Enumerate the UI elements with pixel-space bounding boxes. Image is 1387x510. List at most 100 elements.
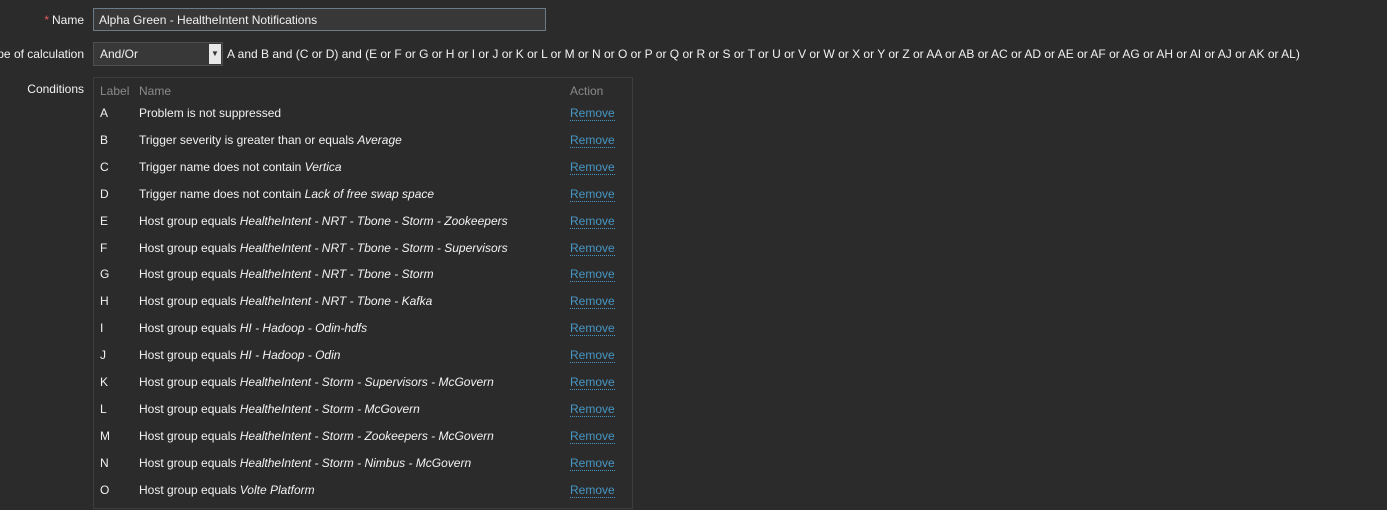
remove-link[interactable]: Remove	[570, 241, 615, 256]
condition-name: Host group equals HealtheIntent - NRT - …	[139, 267, 434, 281]
condition-name: Host group equals HealtheIntent - Storm …	[139, 402, 420, 416]
condition-name: Host group equals Volte Platform	[139, 483, 315, 497]
condition-text: Host group equals	[139, 375, 240, 389]
calculation-type-label: Type of calculation	[0, 47, 84, 61]
condition-label: H	[100, 294, 109, 309]
conditions-table: Label Name Action A Problem is not suppr…	[93, 77, 633, 509]
condition-name: Host group equals HealtheIntent - Storm …	[139, 375, 494, 389]
chevron-down-icon[interactable]: ▼	[209, 44, 221, 64]
table-row: H Host group equals HealtheIntent - NRT …	[94, 294, 632, 321]
condition-label: G	[100, 267, 110, 282]
condition-value: HealtheIntent - Storm - Nimbus - McGover…	[239, 455, 472, 470]
condition-name: Host group equals HealtheIntent - NRT - …	[139, 294, 432, 308]
condition-value: Average	[357, 132, 402, 147]
condition-value: HealtheIntent - Storm - Supervisors - Mc…	[239, 375, 494, 389]
condition-name: Trigger name does not contain Lack of fr…	[139, 187, 434, 201]
condition-text: Trigger name does not contain	[139, 159, 305, 174]
condition-value: Lack of free swap space	[304, 186, 435, 201]
conditions-label: Conditions	[27, 82, 84, 96]
condition-value: HealtheIntent - NRT - Tbone - Storm	[239, 267, 434, 282]
name-input[interactable]	[93, 8, 546, 31]
remove-link[interactable]: Remove	[570, 187, 615, 202]
remove-link[interactable]: Remove	[570, 214, 615, 229]
condition-label: O	[100, 482, 110, 497]
condition-name: Trigger name does not contain Vertica	[139, 160, 342, 174]
condition-label: K	[100, 375, 109, 389]
calculation-type-value: And/Or	[100, 47, 139, 61]
condition-name: Host group equals HealtheIntent - Storm …	[139, 429, 494, 443]
condition-text: Trigger name does not contain	[139, 186, 305, 201]
table-row: G Host group equals HealtheIntent - NRT …	[94, 267, 632, 294]
table-row: N Host group equals HealtheIntent - Stor…	[94, 456, 632, 483]
table-row: O Host group equals Volte Platform Remov…	[94, 483, 632, 510]
remove-link[interactable]: Remove	[570, 402, 615, 417]
condition-name: Trigger severity is greater than or equa…	[139, 133, 402, 147]
condition-name: Host group equals HI - Hadoop - Odin	[139, 348, 340, 362]
condition-label: E	[100, 213, 109, 228]
condition-value: Vertica	[304, 159, 342, 174]
table-row: J Host group equals HI - Hadoop - Odin R…	[94, 348, 632, 375]
condition-text: Host group equals	[139, 482, 240, 497]
condition-text: Trigger severity is greater than or equa…	[139, 132, 358, 147]
table-row: B Trigger severity is greater than or eq…	[94, 133, 632, 160]
remove-link[interactable]: Remove	[570, 483, 615, 498]
name-label: * Name	[44, 13, 84, 27]
table-row: C Trigger name does not contain Vertica …	[94, 160, 632, 187]
remove-link[interactable]: Remove	[570, 267, 615, 283]
remove-link[interactable]: Remove	[570, 106, 615, 121]
condition-name: Host group equals HI - Hadoop - Odin-hdf…	[139, 321, 367, 335]
table-row: L Host group equals HealtheIntent - Stor…	[94, 402, 632, 429]
header-label: Label	[100, 84, 130, 98]
table-row: E Host group equals HealtheIntent - NRT …	[94, 214, 632, 241]
condition-text: Host group equals	[139, 294, 240, 309]
table-row: M Host group equals HealtheIntent - Stor…	[94, 429, 632, 456]
condition-value: Volte Platform	[239, 482, 315, 497]
table-row: F Host group equals HealtheIntent - NRT …	[94, 241, 632, 268]
remove-link[interactable]: Remove	[570, 348, 615, 364]
condition-text: Problem is not suppressed	[139, 106, 282, 120]
condition-name: Host group equals HealtheIntent - NRT - …	[139, 214, 508, 228]
condition-label: B	[100, 132, 109, 147]
remove-link[interactable]: Remove	[570, 160, 615, 175]
table-row: A Problem is not suppressed Remove	[94, 106, 632, 133]
condition-value: HI - Hadoop - Odin	[239, 348, 341, 363]
condition-value: HI - Hadoop - Odin-hdfs	[239, 321, 368, 336]
condition-value: HealtheIntent - NRT - Tbone - Storm - Zo…	[239, 213, 508, 228]
condition-label: F	[100, 240, 108, 255]
remove-link[interactable]: Remove	[570, 456, 615, 471]
condition-value: HealtheIntent - NRT - Tbone - Storm - Su…	[239, 240, 508, 255]
condition-label: C	[100, 159, 109, 174]
condition-label: M	[100, 428, 110, 443]
condition-value: HealtheIntent - Storm - McGovern	[239, 401, 420, 416]
table-row: I Host group equals HI - Hadoop - Odin-h…	[94, 321, 632, 348]
required-mark: *	[44, 13, 49, 27]
condition-label: D	[100, 186, 109, 201]
header-name: Name	[139, 84, 172, 98]
remove-link[interactable]: Remove	[570, 375, 615, 390]
condition-text: Host group equals	[139, 213, 240, 228]
table-row: D Trigger name does not contain Lack of …	[94, 187, 632, 214]
condition-text: Host group equals	[139, 267, 240, 282]
condition-text: Host group equals	[139, 401, 240, 416]
condition-label: A	[100, 106, 109, 120]
remove-link[interactable]: Remove	[570, 294, 615, 310]
condition-name: Problem is not suppressed	[139, 106, 281, 120]
condition-text: Host group equals	[139, 428, 240, 443]
remove-link[interactable]: Remove	[570, 133, 615, 148]
remove-link[interactable]: Remove	[570, 321, 615, 337]
condition-text: Host group equals	[139, 240, 240, 255]
condition-value: HealtheIntent - NRT - Tbone - Kafka	[239, 294, 433, 309]
condition-label: I	[100, 321, 104, 336]
condition-label: J	[100, 348, 106, 363]
condition-label: N	[100, 455, 109, 470]
remove-link[interactable]: Remove	[570, 429, 615, 444]
condition-text: Host group equals	[139, 455, 240, 470]
condition-value: HealtheIntent - Storm - Zookeepers - McG…	[239, 428, 494, 443]
table-row: K Host group equals HealtheIntent - Stor…	[94, 375, 632, 402]
calculation-type-select[interactable]: And/Or ▼	[93, 42, 223, 66]
header-action: Action	[570, 84, 604, 98]
condition-label: L	[100, 401, 107, 416]
condition-name: Host group equals HealtheIntent - NRT - …	[139, 241, 508, 255]
name-label-text: Name	[51, 13, 84, 27]
calculation-formula: A and B and (C or D) and (E or F or G or…	[227, 47, 1300, 61]
